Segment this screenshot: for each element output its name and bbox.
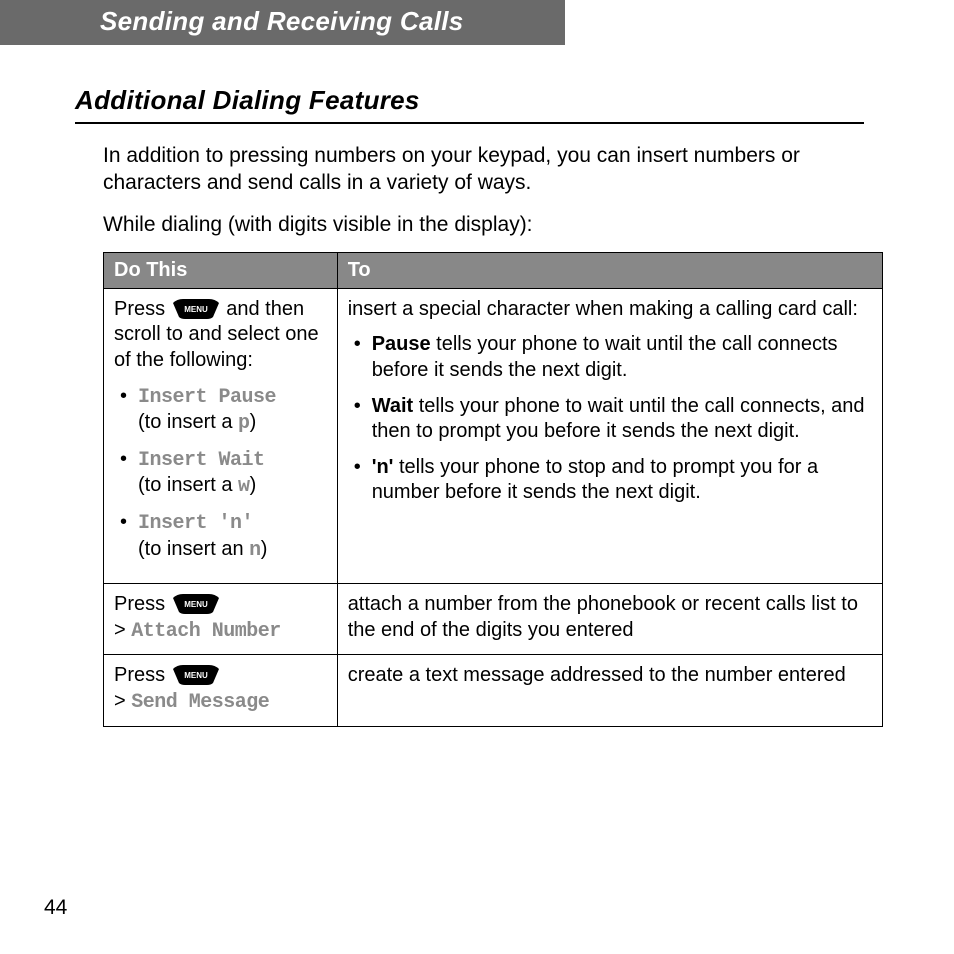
menu-key-icon: MENU [173, 594, 219, 614]
cell-do-this-1: Press MENU and then scroll to and select… [104, 288, 338, 583]
list-item: Wait tells your phone to wait until the … [348, 394, 872, 445]
press-label: Press [114, 664, 171, 686]
table-row: Press MENU and then scroll to and select… [104, 288, 883, 583]
cell-to-3: create a text message addressed to the n… [337, 655, 882, 726]
option-desc-b: ) [250, 474, 257, 496]
instruction-table: Do This To Press MENU and then scroll to… [103, 252, 883, 727]
option-desc-b: ) [250, 411, 257, 433]
table-row: Press MENU > Send Message create a text … [104, 655, 883, 726]
menu-option-label: Attach Number [131, 620, 281, 643]
option-desc-a: (to insert a [138, 411, 238, 433]
col-header-to: To [337, 252, 882, 288]
intro-paragraph-1: In addition to pressing numbers on your … [103, 142, 864, 197]
cell-to-1: insert a special character when making a… [337, 288, 882, 583]
option-code: n [249, 539, 261, 562]
term-rest: tells your phone to stop and to prompt y… [372, 456, 818, 504]
list-item: 'n' tells your phone to stop and to prom… [348, 455, 872, 506]
table-header-row: Do This To [104, 252, 883, 288]
table-row: Press MENU > Attach Number attach a numb… [104, 584, 883, 655]
cell-to-2: attach a number from the phonebook or re… [337, 584, 882, 655]
insert-options-list: Insert Pause (to insert a p) Insert Wait… [114, 384, 327, 564]
gt-symbol: > [114, 690, 126, 712]
term-rest: tells your phone to wait until the call … [372, 333, 838, 381]
to-description-list: Pause tells your phone to wait until the… [348, 332, 872, 506]
svg-text:MENU: MENU [184, 671, 208, 680]
option-code: p [238, 412, 250, 435]
list-item: Pause tells your phone to wait until the… [348, 332, 872, 383]
page-number: 44 [44, 896, 67, 920]
gt-symbol: > [114, 619, 126, 641]
intro-paragraph-2: While dialing (with digits visible in th… [103, 211, 864, 238]
list-item: Insert 'n' (to insert an n) [114, 510, 327, 563]
cell-do-this-2: Press MENU > Attach Number [104, 584, 338, 655]
menu-option-label: Insert Pause [138, 386, 276, 409]
option-code: w [238, 475, 250, 498]
term-bold: Wait [372, 395, 413, 417]
col-header-do-this: Do This [104, 252, 338, 288]
svg-text:MENU: MENU [184, 305, 208, 314]
section-title: Additional Dialing Features [75, 85, 864, 124]
menu-key-icon: MENU [173, 299, 219, 319]
svg-text:MENU: MENU [184, 600, 208, 609]
option-desc-a: (to insert a [138, 474, 238, 496]
to-lead: insert a special character when making a… [348, 298, 858, 320]
term-bold: 'n' [372, 456, 394, 478]
option-desc-b: ) [261, 538, 268, 560]
chapter-header: Sending and Receiving Calls [0, 0, 565, 45]
page-content: Additional Dialing Features In addition … [0, 45, 954, 727]
term-bold: Pause [372, 333, 431, 355]
instruction-table-wrap: Do This To Press MENU and then scroll to… [103, 252, 864, 727]
list-item: Insert Pause (to insert a p) [114, 384, 327, 437]
option-desc-a: (to insert an [138, 538, 249, 560]
list-item: Insert Wait (to insert a w) [114, 447, 327, 500]
term-rest: tells your phone to wait until the call … [372, 395, 865, 443]
press-label: Press [114, 593, 171, 615]
cell-do-this-3: Press MENU > Send Message [104, 655, 338, 726]
menu-option-label: Insert 'n' [138, 512, 253, 535]
menu-option-label: Insert Wait [138, 449, 265, 472]
menu-option-label: Send Message [131, 691, 269, 714]
press-label: Press [114, 298, 171, 320]
chapter-title: Sending and Receiving Calls [100, 6, 464, 36]
menu-key-icon: MENU [173, 665, 219, 685]
